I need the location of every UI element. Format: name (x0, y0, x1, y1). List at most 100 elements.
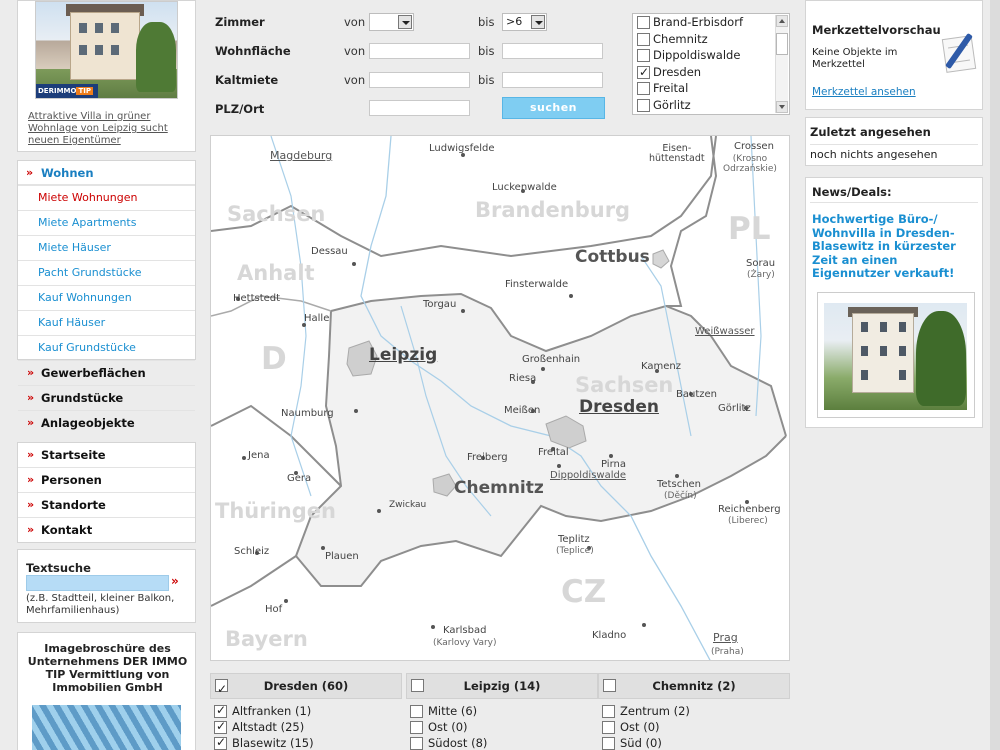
location-checkbox[interactable] (637, 49, 650, 63)
nav-sub-pacht-grundstuecke[interactable]: Pacht Grundstücke (18, 261, 195, 286)
plz-ort-input[interactable] (369, 100, 470, 116)
location-item[interactable]: Dresden (633, 64, 789, 81)
window (899, 370, 906, 380)
news-title: News/Deals: (812, 185, 892, 199)
district-checkbox[interactable] (410, 705, 423, 718)
district-label: Mitte (6) (428, 704, 478, 718)
district-checkbox[interactable] (214, 735, 227, 750)
kaltmiete-bis-input[interactable] (502, 72, 603, 88)
nav-label: Standorte (41, 498, 106, 512)
text-search-input[interactable] (26, 575, 169, 591)
district-city-checkbox[interactable] (411, 679, 424, 692)
district-checkbox[interactable] (410, 737, 423, 750)
district-checkbox[interactable] (214, 703, 227, 718)
district-checkbox[interactable] (602, 721, 615, 734)
scroll-thumb[interactable] (776, 33, 788, 55)
location-item[interactable]: Brand-Erbisdorf (633, 14, 789, 31)
region-map[interactable]: Magdeburg Ludwigsfelde Eisen- hüttenstad… (210, 135, 790, 661)
search-button[interactable]: suchen (502, 97, 605, 119)
nav-item-kontakt[interactable]: » Kontakt (18, 518, 195, 543)
district-city-checkbox[interactable] (603, 679, 616, 692)
dot-dippoldiswalde (557, 464, 561, 468)
district-item[interactable]: Ost (0) (598, 720, 660, 736)
nav-item-gewerbeflaechen[interactable]: » Gewerbeflächen (18, 361, 195, 386)
district-item[interactable]: Altfranken (1) (210, 703, 311, 720)
district-item[interactable]: Südost (8) (406, 736, 487, 750)
map-city-dresden[interactable]: Dresden (579, 397, 659, 417)
nav-arrow-icon: » (27, 523, 35, 536)
dot-pirna (609, 454, 613, 458)
news-photo[interactable] (824, 303, 967, 410)
promo-box[interactable]: DERIMMO TIP Attraktive Villa in grüner Wo… (17, 0, 196, 152)
kaltmiete-von-input[interactable] (369, 72, 470, 88)
map-city-chemnitz[interactable]: Chemnitz (454, 478, 544, 498)
district-item[interactable]: Süd (0) (598, 736, 662, 750)
nav-sub-miete-haeuser[interactable]: Miete Häuser (18, 236, 195, 261)
dot-torgau (461, 309, 465, 313)
news-headline-link[interactable]: Hochwertige Büro-/ Wohnvilla in Dresden-… (812, 212, 977, 281)
location-checkbox[interactable] (637, 32, 650, 46)
location-checklist[interactable]: Brand-Erbisdorf Chemnitz Dippoldiswalde … (632, 13, 790, 115)
news-photo-frame[interactable] (817, 292, 975, 418)
district-checkbox[interactable] (214, 719, 227, 734)
nav-item-startseite[interactable]: » Startseite (18, 443, 195, 468)
house (70, 12, 140, 80)
label-zimmer: Zimmer (215, 15, 265, 29)
wohnflaeche-von-input[interactable] (369, 43, 470, 59)
location-item[interactable]: Chemnitz (633, 31, 789, 48)
nav-item-standorte[interactable]: » Standorte (18, 493, 195, 518)
location-item[interactable]: Dippoldiswalde (633, 47, 789, 64)
location-checkbox[interactable] (637, 16, 650, 29)
district-item[interactable]: Mitte (6) (406, 704, 477, 720)
map-link-prag[interactable]: Prag (713, 631, 738, 644)
location-scrollbar[interactable] (775, 15, 788, 113)
scroll-down-icon[interactable] (776, 101, 788, 113)
map-city-cottbus[interactable]: Cottbus (575, 247, 650, 267)
text-search-submit[interactable]: » (171, 574, 179, 588)
district-checkbox[interactable] (602, 705, 615, 718)
divider (810, 202, 978, 203)
district-header[interactable]: Leipzig (14) (406, 673, 598, 699)
district-item[interactable]: Ost (0) (406, 720, 468, 736)
promo-caption-link[interactable]: Attraktive Villa in grüner Wohnlage von … (28, 111, 193, 147)
district-checkbox[interactable] (602, 737, 615, 750)
map-link-weisswasser[interactable]: Weißwasser (695, 326, 755, 337)
scroll-up-icon[interactable] (776, 15, 788, 27)
zimmer-bis-select[interactable]: >6 (502, 13, 547, 31)
district-checkbox[interactable] (410, 721, 423, 734)
nav-sub-kauf-wohnungen[interactable]: Kauf Wohnungen (18, 286, 195, 311)
zimmer-von-select[interactable] (369, 13, 414, 31)
location-checkbox[interactable] (637, 82, 650, 96)
map-city-leipzig[interactable]: Leipzig (369, 345, 437, 365)
map-link-magdeburg[interactable]: Magdeburg (270, 149, 332, 162)
location-checkbox[interactable] (637, 98, 650, 112)
nav-item-grundstuecke[interactable]: » Grundstücke (18, 386, 195, 411)
map-label-riesa: Riesa (509, 373, 537, 384)
location-item[interactable]: Görlitz (633, 97, 789, 114)
nav-item-personen[interactable]: » Personen (18, 468, 195, 493)
nav-sub-kauf-haeuser[interactable]: Kauf Häuser (18, 311, 195, 336)
promo-photo[interactable]: DERIMMO TIP (35, 1, 178, 99)
location-checkbox[interactable] (637, 64, 650, 80)
district-header[interactable]: Dresden (60) (210, 673, 402, 701)
district-item[interactable]: Blasewitz (15) (210, 735, 314, 750)
nav-item-wohnen[interactable]: » Wohnen (18, 161, 195, 186)
map-label-tetschen: Tetschen (657, 479, 702, 490)
nav-sub-miete-wohnungen[interactable]: Miete Wohnungen (18, 186, 195, 211)
nav-sub-kauf-grundstuecke[interactable]: Kauf Grundstücke (18, 336, 195, 361)
district-item[interactable]: Zentrum (2) (598, 704, 690, 720)
brochure-box[interactable]: Imagebroschüre des Unternehmens DER IMMO… (17, 632, 196, 750)
merkzettel-link[interactable]: Merkzettel ansehen (812, 86, 916, 98)
district-header[interactable]: Chemnitz (2) (598, 673, 790, 699)
nav-sub-miete-apartments[interactable]: Miete Apartments (18, 211, 195, 236)
map-label-teplitz: Teplitz (558, 534, 590, 545)
location-item[interactable]: Freital (633, 80, 789, 97)
nav-item-anlageobjekte[interactable]: » Anlageobjekte (18, 411, 195, 436)
wohnflaeche-bis-input[interactable] (502, 43, 603, 59)
district-city-checkbox[interactable] (215, 677, 228, 701)
map-link-dippoldiswalde[interactable]: Dippoldiswalde (550, 470, 626, 481)
map-country-cz: CZ (561, 574, 607, 610)
brochure-image[interactable] (32, 705, 181, 750)
nav-arrow-icon: » (27, 391, 35, 404)
district-item[interactable]: Altstadt (25) (210, 719, 304, 736)
